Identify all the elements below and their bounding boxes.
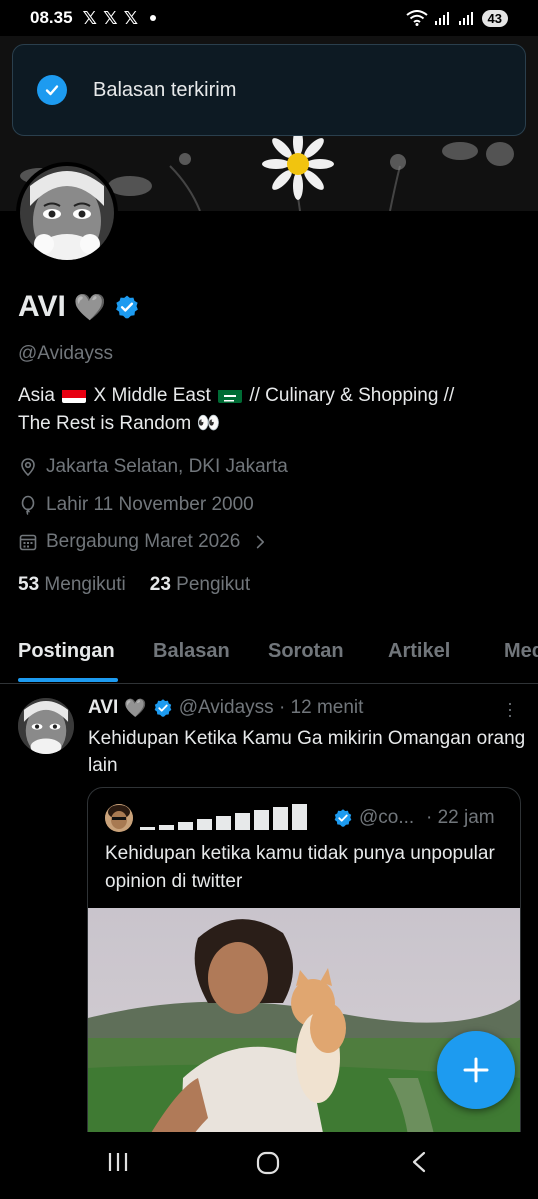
x-app-icon: 𝕏: [123, 7, 139, 28]
tab-articles[interactable]: Artikel: [388, 640, 450, 663]
compose-post-button[interactable]: [437, 1031, 515, 1109]
chevron-right-icon: [257, 535, 265, 549]
verified-badge-icon: [334, 809, 352, 827]
profile-name-row: AVI 🩶: [18, 290, 140, 324]
post-header: AVI 🩶 @Avidayss · 12 menit: [88, 697, 363, 719]
avatar-image: [18, 698, 74, 754]
birthday-row: Lahir 11 November 2000: [18, 494, 254, 516]
bio-text: // Culinary & Shopping //: [249, 385, 455, 406]
heart-emoji: 🩶: [124, 697, 147, 718]
eyes-emoji: 👀: [196, 413, 221, 434]
verified-badge-icon: [154, 699, 172, 717]
followers-link[interactable]: 23 Pengikut: [150, 574, 250, 596]
quoted-handle: @co...: [359, 807, 415, 828]
active-tab-indicator: [18, 678, 118, 682]
heart-emoji: 🩶: [73, 291, 107, 322]
profile-avatar[interactable]: [16, 162, 118, 264]
system-navigation-bar: [0, 1132, 538, 1199]
more-notifications-dot: [150, 15, 157, 21]
recent-apps-icon[interactable]: [106, 1150, 130, 1174]
location-row: Jakarta Selatan, DKI Jakarta: [18, 456, 288, 478]
battery-indicator: 43: [481, 9, 508, 27]
joined-text: Bergabung Maret 2026: [46, 531, 241, 552]
post-author-name[interactable]: AVI: [88, 697, 118, 719]
plus-icon: [463, 1057, 489, 1083]
birthday-text: Lahir 11 November 2000: [46, 494, 254, 515]
saudi-flag-icon: [218, 387, 243, 403]
location-text: Jakarta Selatan, DKI Jakarta: [46, 456, 288, 477]
signal-icon: [458, 12, 473, 25]
x-app-icon: 𝕏: [103, 7, 118, 28]
follow-counts: 53 Mengikuti 23 Pengikut: [18, 574, 250, 596]
followers-label: Pengikut: [176, 574, 251, 595]
quoted-author-name-bars: [140, 804, 307, 830]
indonesia-flag-icon: [62, 387, 87, 403]
bio-text: The Rest is Random: [18, 413, 192, 434]
bio-text: Asia: [18, 385, 55, 406]
following-label: Mengikuti: [44, 574, 126, 595]
joined-row[interactable]: Bergabung Maret 2026: [18, 531, 268, 553]
status-bar: 08.35 𝕏 𝕏 𝕏 43: [0, 0, 538, 36]
post-author-avatar[interactable]: [18, 698, 74, 754]
more-options-icon[interactable]: · · ·: [504, 694, 516, 724]
quoted-text: Kehidupan ketika kamu tidak punya unpopu…: [105, 843, 495, 892]
following-link[interactable]: 53 Mengikuti: [18, 574, 126, 596]
verified-badge-icon[interactable]: [114, 294, 140, 320]
profile-tabs: Postingan Balasan Sorotan Artikel Media: [0, 630, 538, 684]
avatar-image: [20, 166, 114, 260]
quoted-time: · 22 jam: [426, 807, 495, 828]
back-icon[interactable]: [408, 1150, 432, 1174]
home-icon[interactable]: [255, 1150, 281, 1176]
tab-media[interactable]: Media: [504, 640, 538, 663]
x-app-icon: 𝕏: [82, 7, 98, 28]
signal-icon: [434, 12, 449, 25]
balloon-icon: [21, 495, 35, 515]
post-handle-time: @Avidayss · 12 menit: [178, 697, 364, 718]
tab-highlights[interactable]: Sorotan: [268, 640, 344, 663]
check-icon: [37, 75, 67, 105]
following-count: 53: [18, 574, 40, 595]
notification-icons: 𝕏 𝕏 𝕏: [83, 8, 139, 29]
profile-handle: @Avidayss: [18, 343, 113, 364]
post-text: Kehidupan Ketika Kamu Ga mikirin Omangan…: [88, 728, 526, 776]
calendar-icon: [19, 534, 37, 551]
location-pin-icon: [21, 458, 35, 477]
profile-bio: Asia X Middle East // Culinary & Shoppin…: [18, 382, 518, 438]
bio-text: X Middle East: [93, 385, 211, 406]
reply-sent-toast: Balasan terkirim: [12, 44, 526, 136]
tab-replies[interactable]: Balasan: [153, 640, 230, 663]
status-right: 43: [405, 9, 508, 27]
toast-message: Balasan terkirim: [93, 78, 237, 101]
quoted-author-avatar: [105, 804, 133, 832]
tab-posts[interactable]: Postingan: [18, 640, 115, 663]
wifi-icon: [405, 10, 428, 26]
display-name: AVI: [18, 290, 66, 323]
followers-count: 23: [149, 574, 171, 595]
status-time: 08.35: [30, 8, 73, 27]
